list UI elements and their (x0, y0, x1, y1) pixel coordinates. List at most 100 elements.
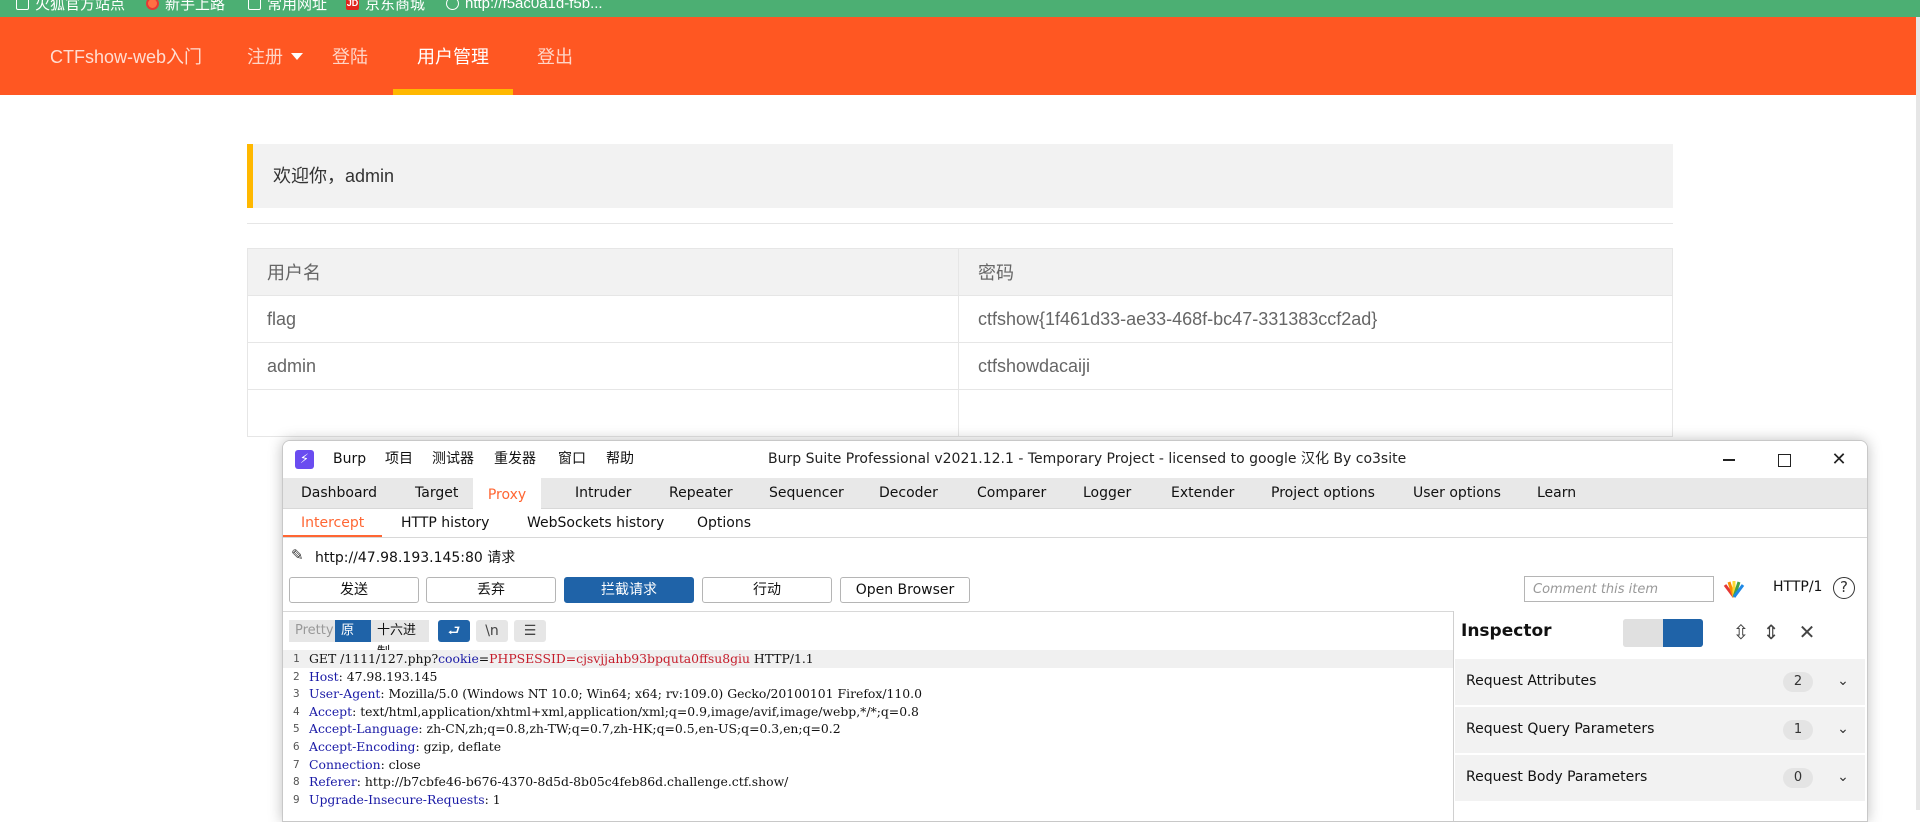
bookmark-label: http://f5ac0a1d-f5b... (465, 0, 603, 12)
code-segment: : zh-CN,zh;q=0.8,zh-TW;q=0.7,zh-HK;q=0.5… (418, 721, 841, 737)
view-raw-button[interactable]: 原始 (335, 620, 371, 660)
tab-decoder[interactable]: Decoder (879, 478, 938, 508)
subtab-intercept[interactable]: Intercept (283, 509, 383, 537)
section-label: Request Query Parameters (1466, 721, 1655, 737)
open-browser-button[interactable]: Open Browser (840, 577, 970, 603)
line-number: 3 (293, 687, 300, 701)
section-count-badge: 0 (1783, 768, 1813, 788)
menu-project[interactable]: 项目 (385, 441, 413, 478)
code-segment: : text/html,application/xhtml+xml,applic… (352, 703, 919, 719)
chevron-down-icon[interactable]: ⌄ (1833, 671, 1853, 691)
globe-icon (446, 0, 459, 10)
drop-button[interactable]: 丢弃 (426, 577, 556, 603)
comment-input[interactable] (1524, 576, 1714, 602)
subtab-websockets-history[interactable]: WebSockets history (527, 509, 664, 537)
window-title: Burp Suite Professional v2021.12.1 - Tem… (768, 451, 1407, 467)
tab-dashboard[interactable]: Dashboard (301, 478, 377, 508)
intercept-toggle-button[interactable]: 拦截请求 (564, 577, 694, 603)
nav-item-logout[interactable]: 登出 (537, 17, 573, 95)
help-icon[interactable]: ? (1833, 577, 1855, 599)
view-pretty-button[interactable]: Pretty (289, 620, 335, 642)
subtab-http-history[interactable]: HTTP history (401, 509, 489, 537)
nav-item-login[interactable]: 登陆 (332, 17, 368, 95)
view-hex-button[interactable]: 十六进制 (371, 620, 429, 660)
line-number: 5 (293, 722, 300, 736)
tab-intruder[interactable]: Intruder (575, 478, 631, 508)
nav-item-user-management[interactable]: 用户管理 (417, 17, 489, 95)
code-text: Referer: http://b7cbfe46-b676-4370-8d5d-… (309, 773, 788, 791)
code-line[interactable]: 7 Connection: close (283, 756, 1453, 774)
bookmark-item[interactable]: 常用网址 (248, 0, 328, 13)
subtab-options[interactable]: Options (697, 509, 751, 537)
menu-window[interactable]: 窗口 (558, 441, 586, 478)
nav-brand[interactable]: CTFshow-web入门 (50, 17, 202, 95)
code-line[interactable]: 5 Accept-Language: zh-CN,zh;q=0.8,zh-TW;q… (283, 720, 1453, 738)
forward-button[interactable]: 发送 (289, 577, 419, 603)
table-row: admin ctfshowdacaiji (247, 342, 1673, 390)
bookmark-item[interactable]: 新手上路 (146, 0, 225, 13)
inspector-section-body-parameters[interactable]: Request Body Parameters 0 ⌄ (1455, 755, 1865, 803)
line-number: 9 (293, 792, 300, 806)
request-editor[interactable]: 1 GET /1111/127.php?cookie=PHPSESSID=cjsv… (283, 650, 1453, 808)
tab-project-options[interactable]: Project options (1271, 478, 1375, 508)
inspector-section-query-parameters[interactable]: Request Query Parameters 1 ⌄ (1455, 707, 1865, 755)
highlight-icon[interactable] (1723, 580, 1745, 598)
menu-help[interactable]: 帮助 (606, 441, 634, 478)
chevron-down-icon[interactable]: ⌄ (1833, 719, 1853, 739)
main-tabs: Dashboard Target Proxy Intruder Repeater… (283, 478, 1867, 511)
tab-user-options[interactable]: User options (1413, 478, 1501, 508)
close-button[interactable]: ✕ (1811, 441, 1867, 478)
pencil-icon: ✎ (291, 546, 304, 564)
code-segment: HTTP/1.1 (749, 651, 814, 666)
welcome-banner: 欢迎你，admin (247, 144, 1673, 208)
layout-toggle[interactable] (1623, 619, 1703, 647)
expand-all-icon[interactable]: ⇳ (1730, 620, 1752, 644)
layout-panel-icon[interactable] (1663, 619, 1703, 647)
action-button[interactable]: 行动 (702, 577, 832, 603)
nav-item-register[interactable]: 注册 (247, 17, 303, 95)
close-inspector-icon[interactable]: ✕ (1796, 620, 1818, 644)
inspector-section-request-attributes[interactable]: Request Attributes 2 ⌄ (1455, 659, 1865, 707)
section-count-badge: 2 (1783, 672, 1813, 692)
tab-logger[interactable]: Logger (1083, 478, 1131, 508)
proxy-subtabs: Intercept HTTP history WebSockets histor… (283, 509, 1867, 538)
tab-learn[interactable]: Learn (1537, 478, 1576, 508)
line-number: 4 (293, 704, 300, 718)
menu-tester[interactable]: 测试器 (432, 441, 474, 478)
tab-repeater[interactable]: Repeater (669, 478, 733, 508)
show-newlines-icon[interactable]: \n (476, 620, 508, 642)
page-scrollbar[interactable] (1916, 17, 1920, 810)
bookmark-item[interactable]: JD 京东商城 (346, 0, 425, 13)
code-segment: : close (380, 756, 421, 772)
menu-repeater[interactable]: 重发器 (494, 441, 536, 478)
maximize-button[interactable] (1756, 441, 1812, 478)
minimize-button[interactable] (1701, 441, 1757, 478)
code-line[interactable]: 4 Accept: text/html,application/xhtml+xml… (283, 703, 1453, 721)
maximize-icon (1777, 453, 1791, 467)
chevron-down-icon[interactable]: ⌄ (1833, 767, 1853, 787)
collapse-all-icon[interactable]: ⇕ (1760, 620, 1782, 644)
code-line[interactable]: 6 Accept-Encoding: gzip, deflate (283, 738, 1453, 756)
menu-lines-icon[interactable]: ☰ (514, 620, 546, 642)
header-name: Accept-Language (309, 721, 419, 737)
bookmark-label: 常用网址 (267, 0, 328, 13)
bookmark-item[interactable]: http://f5ac0a1d-f5b... (446, 0, 603, 12)
bookmark-item[interactable]: 火狐官方站点 (16, 0, 125, 13)
tab-proxy[interactable]: Proxy (473, 478, 541, 511)
code-line[interactable]: 8 Referer: http://b7cbfe46-b676-4370-8d5d… (283, 773, 1453, 791)
layout-side-icon[interactable] (1623, 619, 1663, 647)
section-label: Request Attributes (1466, 673, 1597, 689)
code-line[interactable]: 1 GET /1111/127.php?cookie=PHPSESSID=cjsv… (283, 650, 1453, 668)
tab-comparer[interactable]: Comparer (977, 478, 1046, 508)
inspector-panel: Inspector ⇳ ⇕ ✕ Request Attributes 2 ⌄ R… (1453, 611, 1867, 821)
tab-extender[interactable]: Extender (1171, 478, 1234, 508)
wrap-lines-icon[interactable]: ⮐ (438, 620, 470, 642)
code-line[interactable]: 3 User-Agent: Mozilla/5.0 (Windows NT 10.… (283, 685, 1453, 703)
code-line[interactable]: 9 Upgrade-Insecure-Requests: 1 (283, 791, 1453, 809)
code-line[interactable]: 2 Host: 47.98.193.145 (283, 668, 1453, 686)
tab-sequencer[interactable]: Sequencer (769, 478, 844, 508)
burp-logo-icon: ⚡ (295, 450, 314, 469)
menu-burp[interactable]: Burp (333, 441, 366, 478)
tab-target[interactable]: Target (415, 478, 458, 508)
http-version-toggle[interactable]: HTTP/1 (1773, 579, 1822, 595)
